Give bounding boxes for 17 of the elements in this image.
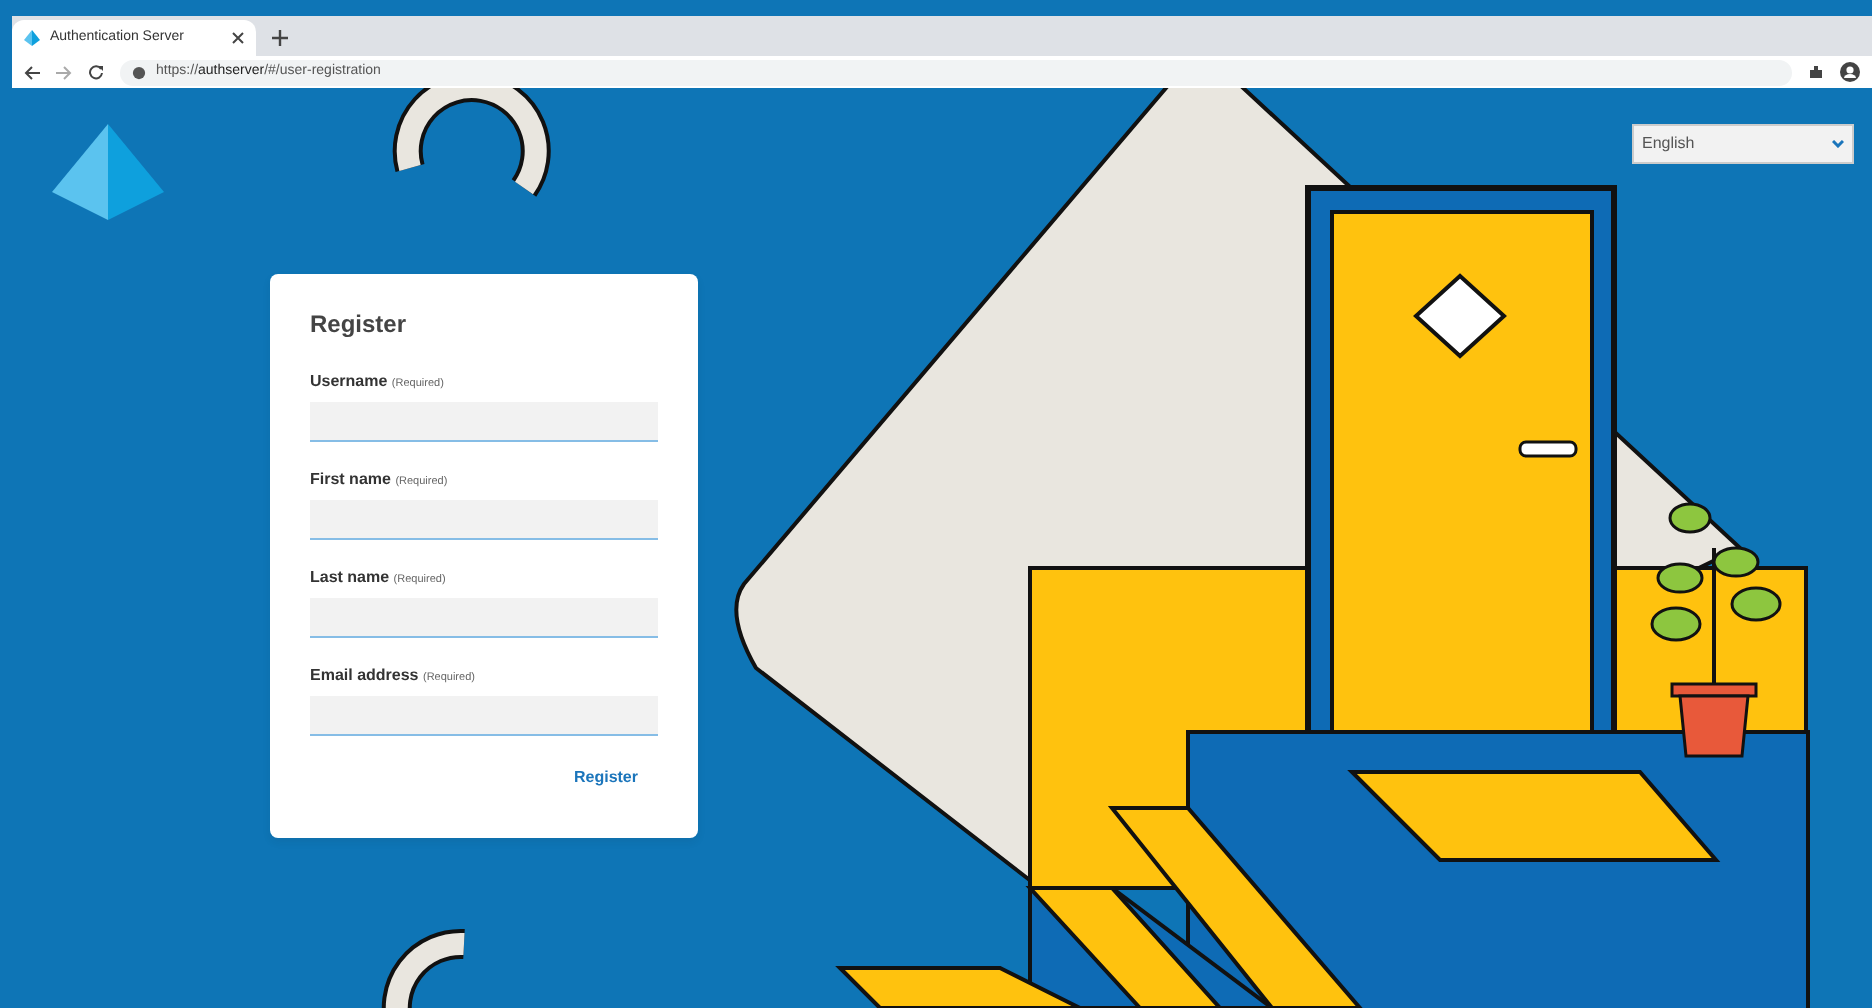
close-icon[interactable] (232, 32, 244, 44)
form-title: Register (310, 308, 409, 342)
profile-icon[interactable] (1840, 62, 1860, 82)
diamond-logo-icon (24, 30, 40, 46)
input-field[interactable] (310, 500, 658, 540)
new-tab-icon[interactable] (272, 30, 288, 46)
register-button[interactable]: Register (553, 762, 658, 794)
input-field[interactable] (310, 696, 658, 736)
reload-icon[interactable] (88, 64, 104, 80)
input-field[interactable] (310, 402, 658, 442)
language-value: English (1642, 132, 1695, 156)
language-select[interactable]: English (1632, 124, 1854, 164)
chevron-down-icon (1832, 140, 1844, 148)
ring-drawing (381, 929, 465, 1008)
logo-icon (52, 124, 164, 220)
input-field[interactable] (310, 598, 658, 638)
back-arrow-icon[interactable] (24, 65, 40, 79)
